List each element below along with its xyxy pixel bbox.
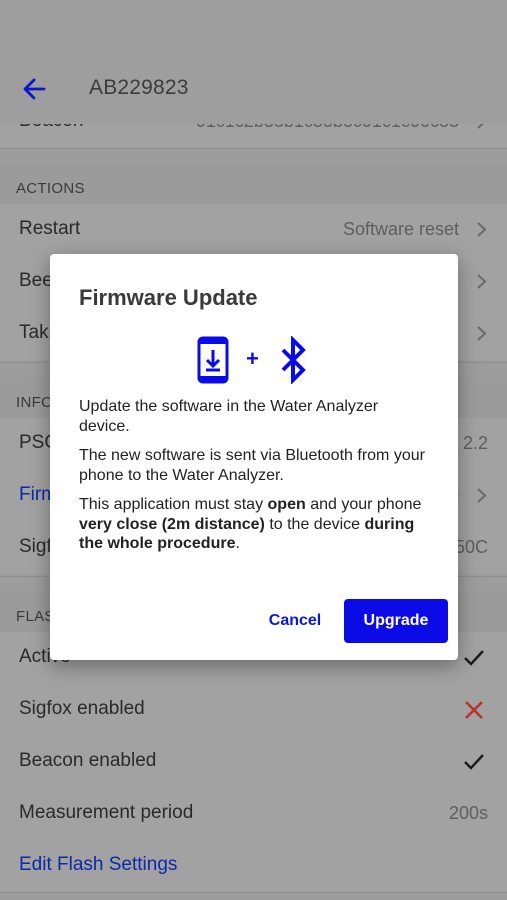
row-label: Beacon enabled [19,750,157,771]
dialog-paragraph-1: Update the software in the Water Analyze… [79,398,379,435]
text-run-bold: open [267,496,306,513]
edit-flash-settings-link[interactable]: Edit Flash Settings [19,854,177,876]
section-title: FLAS [16,608,55,625]
row-value: 50C [454,537,488,557]
row-label: Tak [19,322,49,343]
text-run: and your phone [305,496,422,513]
row-label: Sigfox enabled [19,698,145,719]
settings-screen: Beacon 01c1c2b33b1c33b3c01c1c00c33 AB229… [0,0,507,900]
list-row-measurement-period: Measurement period 200s [0,788,507,840]
text-run-bold: very close (2m distance) [79,515,265,533]
list-row-edit-flash[interactable]: Edit Flash Settings [0,840,507,892]
row-value: Software reset [342,219,459,239]
chevron-right-icon [477,488,487,503]
row-label: Bee [19,270,53,291]
section-header-actions: ACTIONS [0,164,507,208]
upgrade-button[interactable]: Upgrade [344,599,448,643]
row-value: 2.2 [462,433,488,453]
row-label: Restart [19,218,81,239]
section-title: ACTIONS [16,180,85,197]
cancel-button[interactable]: Cancel [255,599,335,643]
text-run: to the device [264,515,365,533]
back-arrow-icon[interactable] [20,76,50,102]
bluetooth-icon [281,336,306,384]
list-row-beacon-enabled[interactable]: Beacon enabled [0,736,507,788]
row-label: Sigf [19,536,52,557]
row-label: Measurement period [19,802,194,823]
close-x-icon [465,701,483,719]
checkmark-icon [464,754,484,770]
divider [0,148,507,149]
chevron-right-icon [477,274,487,289]
list-row-restart[interactable]: Restart Software reset [0,204,507,256]
dialog-illustration: + [50,334,458,390]
section-title: INFO [16,394,54,411]
page-title: AB229823 [89,76,189,99]
checkmark-icon [464,650,484,666]
row-value: 200s [448,803,488,823]
plus-sign: + [246,346,259,371]
dialog-paragraph-3: This application must stay open and your… [79,495,431,554]
dialog-title: Firmware Update [79,285,258,310]
phone-download-icon [197,336,229,384]
dialog-paragraph-2: The new software is sent via Bluetooth f… [79,447,425,484]
text-run: This application must stay [79,496,268,513]
chevron-right-icon [477,326,487,341]
text-run: . [235,535,240,552]
list-row-sigfox-enabled[interactable]: Sigfox enabled [0,684,507,736]
firmware-update-dialog: Firmware Update + Update the software in… [50,254,458,660]
divider [0,892,507,893]
chevron-right-icon [477,222,487,237]
app-bar: AB229823 [0,0,507,124]
